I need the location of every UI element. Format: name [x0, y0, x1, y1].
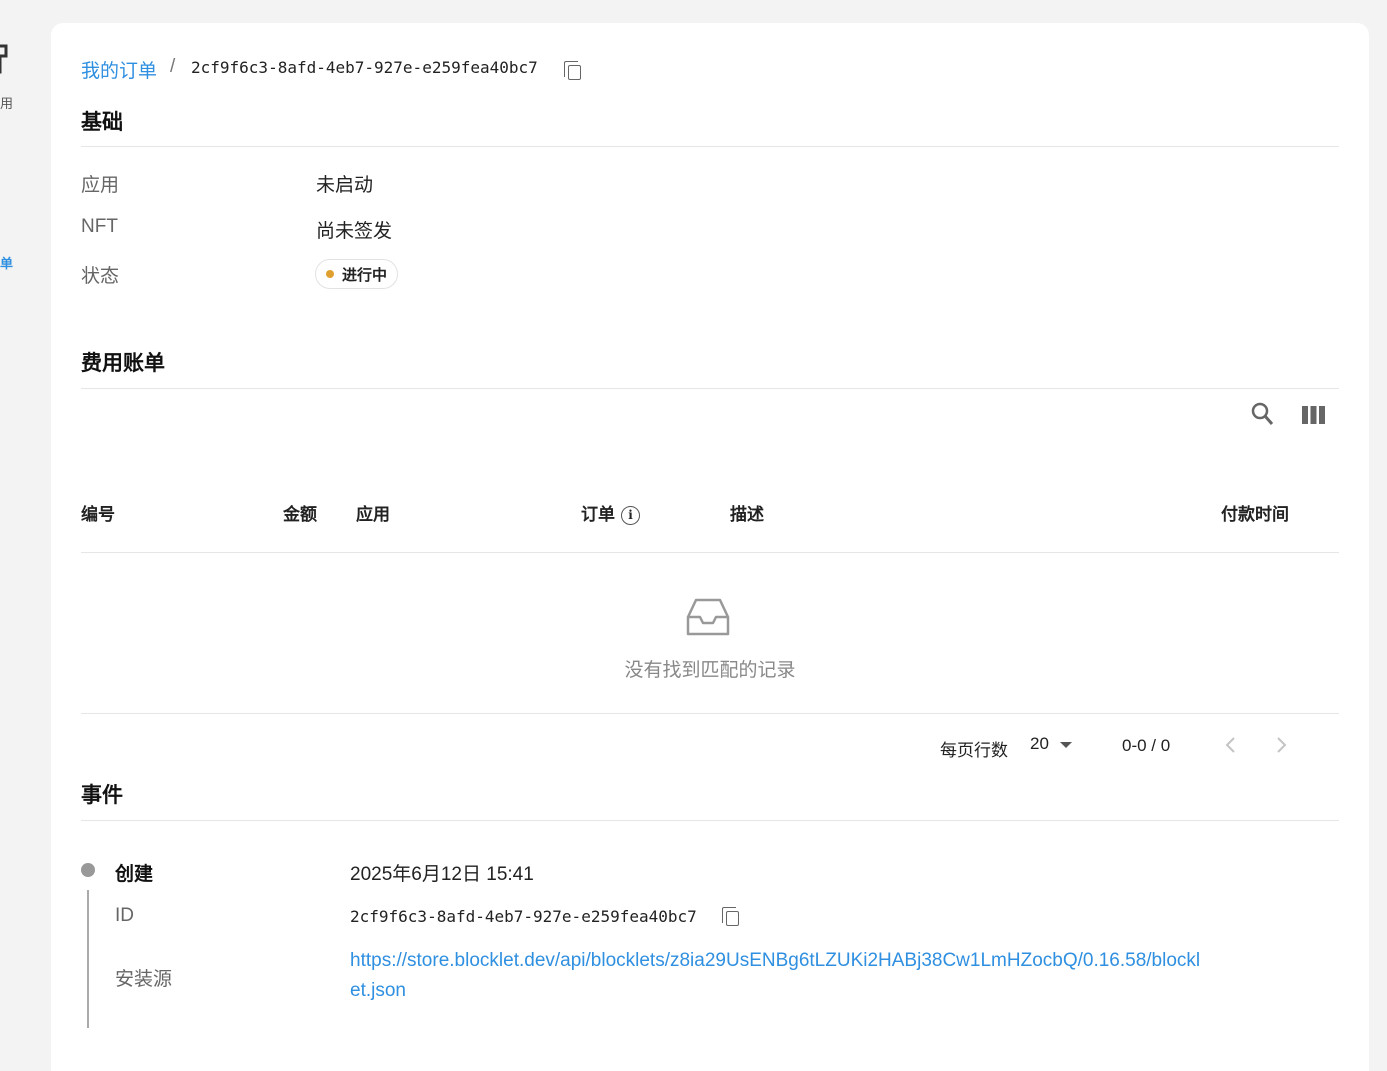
columns-icon[interactable] — [1302, 406, 1326, 424]
column-header-description[interactable]: 描述 — [730, 500, 764, 525]
timeline-line — [87, 890, 89, 1028]
status-badge-label: 进行中 — [342, 266, 388, 284]
app-icon — [0, 44, 8, 74]
pagination-range: 0-0 / 0 — [1122, 736, 1171, 755]
section-title-basic: 基础 — [81, 111, 123, 134]
info-icon[interactable]: i — [621, 506, 640, 526]
event-source-link-line1: https://store.blocklet.dev/api/blocklets… — [350, 950, 1201, 971]
field-value-nft: 尚未签发 — [316, 221, 393, 242]
event-source-link[interactable]: https://store.blocklet.dev/api/blocklets… — [350, 946, 1300, 1006]
rows-per-page-label: 每页行数 — [940, 741, 1008, 760]
status-dot — [326, 270, 334, 278]
rows-per-page-select[interactable]: 20 — [1030, 734, 1076, 758]
column-header-amount[interactable]: 金额 — [283, 500, 317, 525]
field-label-app: 应用 — [81, 175, 120, 196]
section-title-billing: 费用账单 — [81, 352, 165, 375]
event-id-label: ID — [115, 905, 134, 926]
field-label-nft: NFT — [81, 216, 118, 237]
rows-per-page-value: 20 — [1030, 734, 1049, 753]
empty-inbox-icon — [686, 598, 730, 636]
field-label-status: 状态 — [81, 266, 120, 287]
column-header-paid-time[interactable]: 付款时间 — [1221, 500, 1289, 525]
empty-state-text: 没有找到匹配的记录 — [624, 660, 796, 681]
event-time: 2025年6月12日 15:41 — [350, 864, 534, 885]
divider — [81, 388, 1339, 389]
sidebar: 用 单 — [0, 0, 40, 1071]
divider — [81, 146, 1339, 147]
order-detail-card: 我的订单 / 2cf9f6c3-8afd-4eb7-927e-e259fea40… — [51, 23, 1369, 1071]
event-name: 创建 — [115, 864, 154, 885]
sidebar-item-apps[interactable]: 用 — [0, 40, 40, 115]
column-header-order[interactable]: 订单 i — [581, 500, 640, 526]
column-header-number[interactable]: 编号 — [81, 500, 115, 525]
chevron-left-icon[interactable] — [1224, 736, 1238, 754]
divider — [81, 713, 1339, 714]
sidebar-item-label: 单 — [0, 256, 14, 271]
divider — [81, 552, 1339, 553]
divider — [81, 820, 1339, 821]
copy-icon[interactable] — [564, 61, 581, 80]
column-header-app[interactable]: 应用 — [356, 500, 390, 525]
dropdown-arrow-icon — [1060, 742, 1072, 748]
chevron-right-icon[interactable] — [1274, 736, 1288, 754]
field-value-app: 未启动 — [316, 175, 374, 196]
timeline-dot — [81, 863, 95, 877]
event-source-link-line2: et.json — [350, 980, 406, 1001]
event-source-label: 安装源 — [115, 969, 173, 990]
status-badge: 进行中 — [315, 259, 399, 289]
column-header-order-label: 订单 — [581, 505, 615, 524]
search-icon[interactable] — [1251, 402, 1275, 428]
section-title-events: 事件 — [81, 784, 123, 807]
breadcrumb-separator: / — [170, 56, 176, 77]
breadcrumb-order-id: 2cf9f6c3-8afd-4eb7-927e-e259fea40bc7 — [191, 58, 538, 77]
event-id-value: 2cf9f6c3-8afd-4eb7-927e-e259fea40bc7 — [350, 907, 697, 926]
sidebar-item-orders[interactable]: 单 — [0, 200, 40, 275]
breadcrumb-my-orders-link[interactable]: 我的订单 — [81, 56, 157, 83]
copy-icon[interactable] — [722, 907, 739, 926]
sidebar-item-label: 用 — [0, 96, 14, 111]
list-icon — [0, 206, 6, 234]
